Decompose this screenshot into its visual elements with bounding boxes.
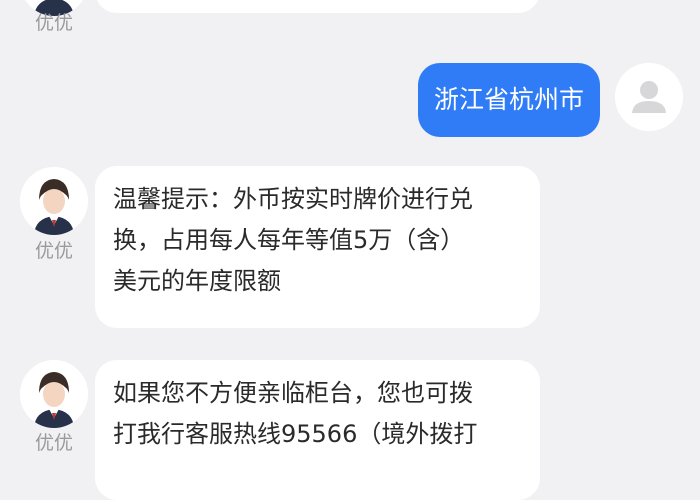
message-line: 如果您不方便亲临柜台，您也可拨 (113, 379, 473, 407)
message-line: 换，占用每人每年等值5万（含） (113, 226, 465, 254)
chat-conversation: 优优 浙江省杭州市 优优 温馨提示：外币按实时牌价进行兑 换，占用每人每年等值5… (0, 0, 700, 500)
message-line: 美元的年度限额 (113, 267, 281, 295)
agent-avatar (20, 167, 88, 235)
agent-avatar (20, 360, 88, 428)
agent-name: 优优 (34, 240, 73, 262)
agent-name-top: 优优 (34, 12, 73, 34)
message-line: 打我行客服热线95566（境外拨打 (113, 420, 478, 448)
message-bubble: 温馨提示：外币按实时牌价进行兑 换，占用每人每年等值5万（含） 美元的年度限额 (95, 166, 540, 328)
message-bubble-top (95, 0, 540, 13)
agent-portrait-icon (20, 167, 88, 235)
user-avatar (615, 63, 683, 131)
message-bubble: 如果您不方便亲临柜台，您也可拨 打我行客服热线95566（境外拨打 (95, 360, 540, 500)
person-silhouette-icon (615, 63, 683, 131)
user-message-bubble: 浙江省杭州市 (418, 63, 601, 137)
agent-portrait-icon (20, 360, 88, 428)
agent-name: 优优 (34, 432, 73, 454)
user-message-text: 浙江省杭州市 (434, 85, 585, 114)
message-line: 温馨提示：外币按实时牌价进行兑 (113, 185, 473, 213)
